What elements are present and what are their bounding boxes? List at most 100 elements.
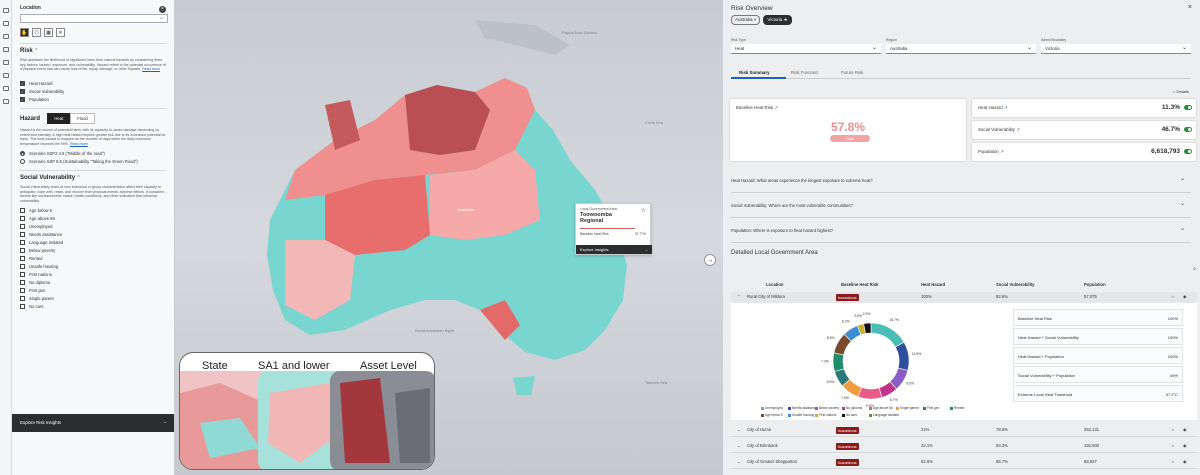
admin-boundary-select[interactable]: Victoria xyxy=(1041,44,1191,54)
explore-risk-insights-button[interactable]: Explore Risk Insights → xyxy=(12,414,174,432)
pin-icon[interactable] xyxy=(2,34,9,39)
checkbox-icon[interactable] xyxy=(20,296,25,301)
eye-icon[interactable]: ◉ xyxy=(1183,443,1187,448)
layer-checkbox[interactable]: ✓ Social Vulnerability xyxy=(20,89,166,94)
checkbox-icon[interactable] xyxy=(20,240,25,245)
eye-icon[interactable]: ◉ xyxy=(1183,427,1187,432)
close-icon[interactable]: × xyxy=(1188,4,1192,11)
scenario-radio[interactable]: Scenario SSP 8.5 (Sustainability "Taking… xyxy=(20,159,166,164)
checkbox-icon[interactable] xyxy=(20,256,25,261)
star-icon[interactable]: ☆ xyxy=(1171,459,1175,464)
hazard-tabs: Heat Flood xyxy=(47,113,95,124)
radio-icon[interactable]: ● xyxy=(20,151,25,156)
table-row[interactable]: ⌄ City of Hume hazardous 21% 78.6% 252,1… xyxy=(731,425,1197,437)
layer-checkbox[interactable]: Age above 65 xyxy=(20,216,166,221)
accordion-social-vulnerability[interactable]: Social Vulnerability: Where are the most… xyxy=(731,193,1191,218)
checkbox-icon[interactable] xyxy=(20,264,25,269)
checkbox-icon[interactable] xyxy=(20,224,25,229)
toggle-switch[interactable] xyxy=(1184,149,1192,154)
collapse-icon[interactable]: ⌃ xyxy=(77,175,81,181)
collapse-icon[interactable]: ⌃ xyxy=(34,48,38,54)
collapse-icon[interactable]: ⌃ xyxy=(737,294,741,299)
option-label: Below poverty xyxy=(29,248,56,253)
star-icon[interactable]: ☆ xyxy=(641,207,646,214)
donut-segment[interactable] xyxy=(894,341,910,371)
donut-segment[interactable] xyxy=(832,352,845,372)
read-more-link[interactable]: Read more xyxy=(70,142,88,146)
eye-icon[interactable] xyxy=(2,73,9,78)
filter-icon[interactable] xyxy=(2,60,9,65)
tab-flood[interactable]: Flood xyxy=(70,113,95,124)
layer-checkbox[interactable]: Age below 5 xyxy=(20,208,166,213)
tab-risk-forecast[interactable]: Risk Forecast xyxy=(791,70,818,75)
layer-checkbox[interactable]: Language isolated xyxy=(20,240,166,245)
eye-icon[interactable]: ◉ xyxy=(1183,459,1187,464)
toggle-switch[interactable] xyxy=(1184,127,1192,132)
donut-segment[interactable] xyxy=(857,386,883,400)
expand-icon[interactable]: ⌄ xyxy=(737,443,741,448)
grid-tool-icon[interactable]: ▦ xyxy=(44,28,53,37)
donut-segment[interactable] xyxy=(870,322,905,348)
tab-heat[interactable]: Heat xyxy=(47,113,71,124)
tab-risk-summary[interactable]: Risk Summary xyxy=(739,70,770,75)
expand-icon[interactable]: ⌄ xyxy=(737,427,741,432)
layer-checkbox[interactable]: Unemployed xyxy=(20,224,166,229)
star-icon[interactable]: ☆ xyxy=(1171,443,1175,448)
region-select[interactable]: Australia xyxy=(886,44,1036,54)
read-more-link[interactable]: Read more xyxy=(142,67,160,71)
combo-row: Social Vulnerability + Population 49% xyxy=(1013,366,1183,383)
layer-checkbox[interactable]: Needs assistance xyxy=(20,232,166,237)
table-row[interactable]: ⌄ City of Greater Shepparton hazardous 6… xyxy=(731,457,1197,469)
layer-checkbox[interactable]: First nations xyxy=(20,272,166,277)
layer-checkbox[interactable]: ✓ Population xyxy=(20,97,166,102)
checkbox-icon[interactable]: ✓ xyxy=(20,97,25,102)
polygon-tool-icon[interactable]: ⬡ xyxy=(32,28,41,37)
checkbox-icon[interactable] xyxy=(20,216,25,221)
search-icon[interactable]: ⌕ xyxy=(1193,266,1196,272)
checkbox-icon[interactable]: ✓ xyxy=(20,81,25,86)
hand-tool-icon[interactable]: ✋ xyxy=(20,28,29,37)
checkbox-icon[interactable] xyxy=(20,208,25,213)
tab-future-risk[interactable]: Future Risk xyxy=(841,70,863,75)
details-toggle[interactable]: ○ Details xyxy=(1173,89,1189,94)
checkbox-icon[interactable]: ✓ xyxy=(20,89,25,94)
close-icon[interactable]: × xyxy=(159,6,166,13)
layer-checkbox[interactable]: First gen xyxy=(20,288,166,293)
globe-icon[interactable] xyxy=(2,21,9,26)
toggle-switch[interactable] xyxy=(1184,105,1192,110)
checkbox-icon[interactable] xyxy=(20,272,25,277)
checkbox-icon[interactable] xyxy=(20,280,25,285)
layer-checkbox[interactable]: ✓ Heat Hazard xyxy=(20,81,166,86)
accordion-heat-hazard[interactable]: Heat Hazard: What areas experience the l… xyxy=(731,168,1191,193)
checkbox-icon[interactable] xyxy=(20,248,25,253)
checkbox-icon[interactable] xyxy=(20,232,25,237)
checkbox-icon[interactable] xyxy=(20,304,25,309)
checkbox-icon[interactable] xyxy=(20,288,25,293)
trash-icon[interactable]: ✕ xyxy=(56,28,65,37)
layer-checkbox[interactable]: Unsafe housing xyxy=(20,264,166,269)
accordion-population[interactable]: Population: Where is exposure to heat ha… xyxy=(731,218,1191,243)
scenario-radio[interactable]: ● Scenario SSP2 4.5 ("Middle of the road"… xyxy=(20,151,166,156)
layer-checkbox[interactable]: Rented xyxy=(20,256,166,261)
settings-icon[interactable] xyxy=(2,86,9,91)
chip-australia[interactable]: Australia × xyxy=(731,15,761,25)
star-icon[interactable]: ☆ xyxy=(1171,427,1175,432)
next-arrow-button[interactable]: → xyxy=(704,254,716,266)
star-icon[interactable]: ☆ xyxy=(1171,294,1175,299)
table-row[interactable]: ⌄ City of Brimbank hazardous 22.1% 93.3%… xyxy=(731,441,1197,453)
chip-victoria[interactable]: Victoria ★ xyxy=(763,15,792,25)
location-select[interactable] xyxy=(20,14,168,23)
explore-insights-button[interactable]: Explore Insights → xyxy=(576,245,652,254)
radio-icon[interactable] xyxy=(20,159,25,164)
layer-checkbox[interactable]: Below poverty xyxy=(20,248,166,253)
layers-icon[interactable] xyxy=(2,8,9,13)
eye-icon[interactable]: ◉ xyxy=(1183,294,1187,299)
layer-checkbox[interactable]: No cars xyxy=(20,304,166,309)
risk-type-select[interactable]: Heat xyxy=(731,44,881,54)
chart-icon[interactable] xyxy=(2,47,9,52)
home-icon[interactable] xyxy=(2,99,9,104)
layer-checkbox[interactable]: Single parent xyxy=(20,296,166,301)
expand-icon[interactable]: ⌄ xyxy=(737,459,741,464)
layer-checkbox[interactable]: No diploma xyxy=(20,280,166,285)
row-population: 57,075 xyxy=(1084,294,1097,299)
